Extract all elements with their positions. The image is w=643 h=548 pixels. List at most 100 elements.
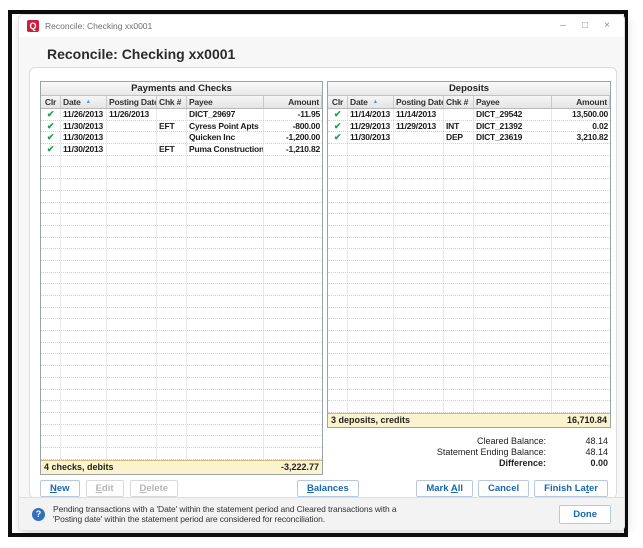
- date-cell: [61, 191, 107, 202]
- chk-cell: [444, 191, 474, 202]
- payee-cell: [474, 284, 552, 295]
- column-header-payee[interactable]: Payee: [474, 96, 552, 108]
- footer-note-line2: 'Posting date' within the statement peri…: [53, 514, 397, 525]
- column-header-date[interactable]: Date▲: [348, 96, 394, 108]
- payee-cell: DICT_29542: [474, 109, 552, 120]
- payee-cell: [474, 366, 552, 377]
- cancel-button[interactable]: Cancel: [478, 480, 529, 497]
- table-row[interactable]: ✔11/30/2013Quicken Inc-1,200.00: [41, 132, 322, 144]
- chk-cell: EFT: [157, 121, 187, 132]
- column-header-date[interactable]: Date▲: [61, 96, 107, 108]
- column-header-chk[interactable]: Chk #: [444, 96, 474, 108]
- new-button[interactable]: New: [40, 480, 80, 497]
- done-button[interactable]: Done: [559, 505, 611, 524]
- posting-date-cell: [394, 132, 444, 143]
- column-header-payee[interactable]: Payee: [187, 96, 264, 108]
- payee-cell: [187, 343, 264, 354]
- amount-cell: [552, 238, 610, 249]
- column-header-amount[interactable]: Amount: [264, 96, 322, 108]
- table-row[interactable]: ✔11/30/2013DEPDICT_236193,210.82: [328, 132, 610, 144]
- column-header-clr[interactable]: Clr: [328, 96, 348, 108]
- date-cell: [61, 354, 107, 365]
- table-row[interactable]: ✔11/14/201311/14/2013DICT_2954213,500.00: [328, 109, 610, 121]
- table-empty-row: [41, 226, 322, 238]
- date-cell: [61, 214, 107, 225]
- chk-cell: [444, 366, 474, 377]
- clr-cell: [41, 167, 61, 178]
- chk-cell: [444, 167, 474, 178]
- amount-cell: -1,200.00: [264, 132, 322, 143]
- date-cell: [348, 144, 394, 155]
- table-empty-row: [41, 319, 322, 331]
- clr-cell: [328, 366, 348, 377]
- chk-cell: [157, 191, 187, 202]
- chk-cell: [157, 401, 187, 412]
- payee-cell: [187, 296, 264, 307]
- chk-cell: [157, 132, 187, 143]
- table-row[interactable]: ✔11/30/2013EFTCyress Point Apts-800.00: [41, 121, 322, 133]
- delete-button[interactable]: Delete: [130, 480, 179, 497]
- table-row[interactable]: ✔11/26/201311/26/2013DICT_29697-11.95: [41, 109, 322, 121]
- amount-cell: [264, 203, 322, 214]
- difference-label: Difference:: [499, 458, 546, 469]
- close-icon[interactable]: ×: [596, 15, 618, 37]
- date-cell: [348, 331, 394, 342]
- clr-cell: [328, 144, 348, 155]
- date-cell: 11/30/2013: [348, 132, 394, 143]
- amount-cell: [264, 331, 322, 342]
- payee-cell: [474, 343, 552, 354]
- posting-date-cell: [394, 167, 444, 178]
- clr-cell: [328, 214, 348, 225]
- edit-button[interactable]: Edit: [86, 480, 124, 497]
- clr-cell: [41, 331, 61, 342]
- date-cell: [61, 249, 107, 260]
- posting-date-cell: [107, 156, 157, 167]
- statement-ending-balance-row: Statement Ending Balance: 48.14: [437, 447, 608, 458]
- posting-date-cell: [394, 366, 444, 377]
- clr-cell: [41, 191, 61, 202]
- mark-all-button[interactable]: Mark All: [416, 480, 473, 497]
- payee-cell: [474, 238, 552, 249]
- posting-date-cell: [394, 401, 444, 412]
- payee-cell: [474, 319, 552, 330]
- clr-cell: [328, 203, 348, 214]
- amount-cell: [552, 156, 610, 167]
- date-cell: [61, 378, 107, 389]
- posting-date-cell: [394, 156, 444, 167]
- column-header-posting-date[interactable]: Posting Date: [107, 96, 157, 108]
- payee-cell: DICT_21392: [474, 121, 552, 132]
- table-empty-row: [328, 238, 610, 250]
- table-empty-row: [41, 390, 322, 402]
- posting-date-cell: [107, 319, 157, 330]
- chk-cell: [157, 308, 187, 319]
- amount-cell: [552, 179, 610, 190]
- table-empty-row: [328, 366, 610, 378]
- finish-later-button[interactable]: Finish Later: [534, 480, 608, 497]
- table-empty-row: [41, 191, 322, 203]
- cleared-balance-label: Cleared Balance:: [477, 436, 546, 447]
- payee-cell: [187, 425, 264, 436]
- chk-cell: [444, 226, 474, 237]
- date-cell: [348, 226, 394, 237]
- date-cell: [348, 249, 394, 260]
- maximize-icon[interactable]: □: [574, 15, 596, 37]
- column-header-clr[interactable]: Clr: [41, 96, 61, 108]
- column-header-amount[interactable]: Amount: [552, 96, 610, 108]
- column-header-posting-date[interactable]: Posting Date: [394, 96, 444, 108]
- table-row[interactable]: ✔11/30/2013EFTPuma Construction-1,210.82: [41, 144, 322, 156]
- posting-date-cell: [107, 132, 157, 143]
- clr-cell: [328, 191, 348, 202]
- table-empty-row: [41, 179, 322, 191]
- amount-cell: [264, 354, 322, 365]
- amount-cell: [552, 331, 610, 342]
- minimize-icon[interactable]: –: [552, 15, 574, 37]
- sort-ascending-icon: ▲: [86, 99, 91, 105]
- cleared-check-icon: ✔: [328, 121, 348, 132]
- balances-button[interactable]: Balances: [297, 480, 359, 497]
- help-icon[interactable]: ?: [32, 508, 45, 521]
- column-header-chk[interactable]: Chk #: [157, 96, 187, 108]
- table-empty-row: [328, 261, 610, 273]
- window-titlebar: Q Reconcile: Checking xx0001 – □ ×: [19, 15, 624, 37]
- table-empty-row: [41, 448, 322, 460]
- table-row[interactable]: ✔11/29/201311/29/2013INTDICT_213920.02: [328, 121, 610, 133]
